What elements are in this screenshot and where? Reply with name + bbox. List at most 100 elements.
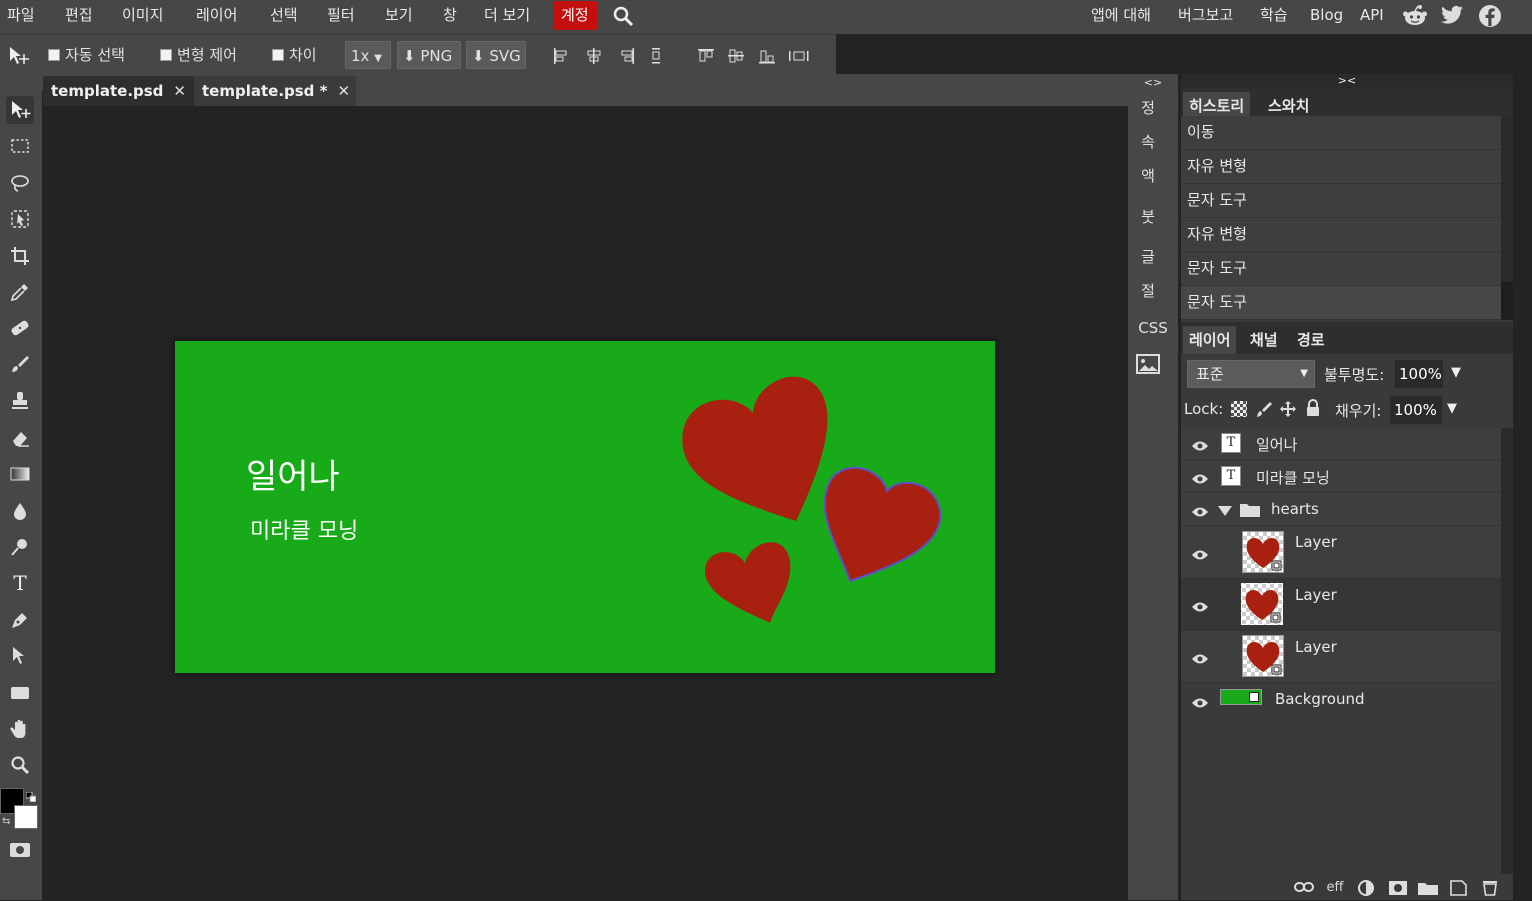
menu-report-bug[interactable]: 버그보고 (1178, 0, 1233, 31)
text-tool[interactable]: T (6, 569, 34, 597)
transform-controls-checkbox[interactable]: 변형 제어 (160, 41, 237, 69)
background-color[interactable] (14, 805, 38, 829)
fill-dropdown-icon[interactable]: ▼ (1447, 401, 1457, 416)
layer-row-heart-3[interactable]: Layer (1181, 631, 1501, 683)
layer-row-heart-2[interactable]: Layer (1181, 579, 1501, 631)
layer-row-heart-1[interactable]: Layer (1181, 526, 1501, 579)
move-tool[interactable] (6, 96, 34, 124)
facebook-icon[interactable] (1478, 4, 1502, 28)
quick-mask-icon[interactable] (9, 842, 31, 858)
menu-window[interactable]: 창 (443, 0, 457, 31)
add-mask-icon[interactable] (1388, 880, 1408, 896)
menu-select[interactable]: 선택 (270, 0, 298, 31)
eye-icon[interactable] (1191, 651, 1209, 664)
dodge-tool[interactable] (6, 533, 34, 561)
lasso-tool[interactable] (6, 169, 34, 197)
lock-transparency-icon[interactable] (1231, 401, 1247, 417)
layer-row-text-1[interactable]: T 일어나 (1181, 428, 1501, 460)
menu-about[interactable]: 앱에 대해 (1091, 0, 1151, 31)
fill-input[interactable]: 100% (1390, 396, 1442, 424)
close-icon[interactable]: ✕ (338, 82, 351, 100)
effects-button[interactable]: eff (1324, 880, 1346, 896)
mini-brush[interactable]: 붓 (1128, 206, 1168, 227)
eyedropper-tool[interactable] (6, 278, 34, 306)
menu-edit[interactable]: 편집 (65, 0, 93, 31)
close-icon[interactable]: ✕ (173, 82, 186, 100)
history-item[interactable]: 자유 변형 (1181, 218, 1501, 252)
eraser-tool[interactable] (6, 424, 34, 452)
distribute-v-icon[interactable] (648, 47, 666, 65)
opacity-input[interactable]: 100% (1395, 360, 1443, 388)
brush-tool[interactable] (6, 351, 34, 379)
history-scroll-thumb[interactable] (1501, 282, 1513, 320)
mini-paragraph[interactable]: 절 (1128, 280, 1168, 301)
history-item[interactable]: 자유 변형 (1181, 150, 1501, 184)
layer-row-text-2[interactable]: T 미라클 모닝 (1181, 460, 1501, 493)
menu-filter[interactable]: 필터 (327, 0, 355, 31)
menu-api[interactable]: API (1360, 0, 1384, 31)
layers-scrollbar[interactable] (1501, 428, 1513, 874)
mini-css[interactable]: CSS (1128, 319, 1178, 337)
pen-tool[interactable] (6, 606, 34, 634)
swap-colors-icon[interactable]: ⇆ (2, 816, 14, 828)
stamp-tool[interactable] (6, 387, 34, 415)
quick-select-tool[interactable] (6, 205, 34, 233)
menu-blog[interactable]: Blog (1310, 0, 1343, 31)
healing-tool[interactable] (6, 314, 34, 342)
mini-properties[interactable]: 속 (1128, 131, 1168, 152)
eye-icon[interactable] (1191, 471, 1209, 484)
eye-icon[interactable] (1191, 547, 1209, 560)
link-icon[interactable] (1293, 880, 1315, 896)
delete-icon[interactable] (1481, 880, 1499, 896)
history-item[interactable]: 이동 (1181, 116, 1501, 150)
adjustment-icon[interactable] (1357, 880, 1375, 896)
tab-paths[interactable]: 경로 (1291, 326, 1331, 354)
align-middle-icon[interactable] (727, 47, 745, 65)
blend-mode-select[interactable]: 표준 ▼ (1187, 360, 1315, 388)
zoom-tool[interactable] (6, 751, 34, 779)
mini-actions[interactable]: 액 (1128, 165, 1168, 186)
default-colors-icon[interactable] (25, 788, 37, 803)
mini-info[interactable]: 정 (1128, 97, 1168, 118)
lock-all-icon[interactable] (1305, 399, 1321, 417)
history-item[interactable]: 문자 도구 (1181, 286, 1501, 320)
search-icon[interactable] (612, 5, 634, 27)
menu-account[interactable]: 계정 (553, 1, 597, 30)
tab-template-1[interactable]: template.psd ✕ (43, 76, 194, 106)
crop-tool[interactable] (6, 242, 34, 270)
marquee-tool[interactable] (6, 132, 34, 160)
menu-more[interactable]: 더 보기 (484, 0, 530, 31)
menu-file[interactable]: 파일 (7, 0, 35, 31)
distribute-h-icon[interactable] (788, 47, 810, 65)
shape-tool[interactable] (6, 679, 34, 707)
reddit-icon[interactable] (1402, 4, 1428, 28)
menu-layer[interactable]: 레이어 (196, 0, 237, 31)
history-item[interactable]: 문자 도구 (1181, 184, 1501, 218)
gradient-tool[interactable] (6, 460, 34, 488)
eye-icon[interactable] (1191, 695, 1209, 708)
tab-channels[interactable]: 채널 (1244, 326, 1284, 354)
export-png-button[interactable]: ⬇ PNG (397, 41, 461, 69)
image-icon[interactable] (1136, 354, 1160, 374)
tab-template-2[interactable]: template.psd * ✕ (194, 76, 356, 106)
opacity-dropdown-icon[interactable]: ▼ (1451, 365, 1461, 380)
align-top-icon[interactable] (697, 47, 715, 65)
layer-row-background[interactable]: Background (1181, 683, 1501, 717)
auto-select-checkbox[interactable]: 자동 선택 (48, 41, 125, 69)
eye-icon[interactable] (1191, 438, 1209, 451)
export-svg-button[interactable]: ⬇ SVG (466, 41, 526, 69)
zoom-dropdown[interactable]: 1x ▼ (345, 41, 391, 69)
menu-image[interactable]: 이미지 (122, 0, 163, 31)
diff-checkbox[interactable]: 차이 (272, 41, 317, 69)
hand-tool[interactable] (6, 715, 34, 743)
eye-icon[interactable] (1191, 504, 1209, 517)
path-select-tool[interactable] (6, 642, 34, 670)
new-layer-icon[interactable] (1449, 880, 1467, 896)
twitter-icon[interactable] (1440, 5, 1464, 27)
eye-icon[interactable] (1191, 599, 1209, 612)
document-canvas[interactable]: 일어나 미라클 모닝 (175, 341, 995, 673)
align-right-icon[interactable] (618, 47, 636, 65)
lock-move-icon[interactable] (1279, 400, 1297, 418)
align-bottom-icon[interactable] (758, 47, 776, 65)
align-center-h-icon[interactable] (585, 47, 603, 65)
